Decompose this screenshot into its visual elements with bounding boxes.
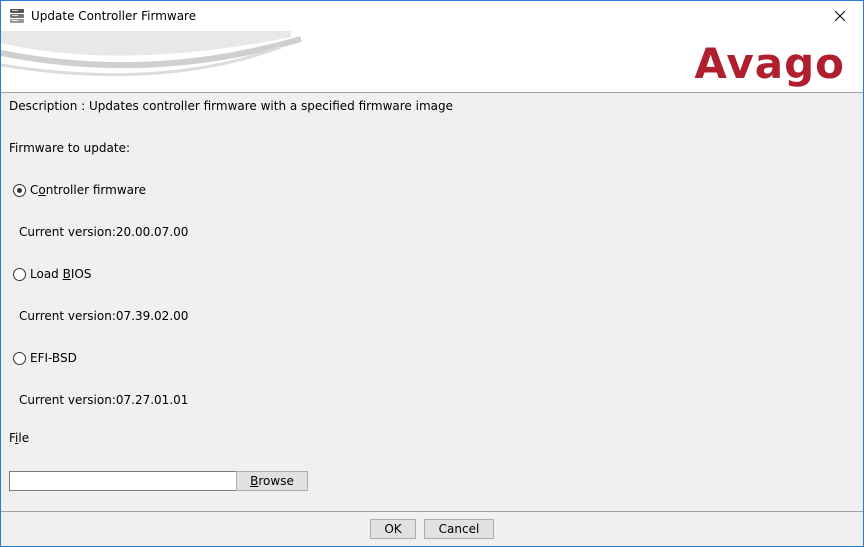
- description-text: Description : Updates controller firmwar…: [9, 99, 453, 113]
- radio-label: Controller firmware: [30, 183, 147, 197]
- ok-button[interactable]: OK: [370, 519, 416, 539]
- radio-button-selected[interactable]: [13, 183, 26, 197]
- close-icon[interactable]: [817, 1, 863, 31]
- update-firmware-dialog: Update Controller Firmware Avago Descrip…: [0, 0, 864, 547]
- cancel-button[interactable]: Cancel: [424, 519, 494, 539]
- title-bar[interactable]: Update Controller Firmware: [1, 1, 863, 31]
- file-label: File: [9, 431, 30, 445]
- header-banner: Avago: [1, 31, 863, 93]
- file-path-input[interactable]: [9, 471, 237, 491]
- controller-firmware-version: Current version:20.00.07.00: [19, 225, 189, 239]
- bios-version: Current version:07.39.02.00: [19, 309, 189, 323]
- firmware-to-update-label: Firmware to update:: [9, 141, 130, 155]
- radio-label: Load BIOS: [30, 267, 92, 281]
- efi-bsd-version: Current version:07.27.01.01: [19, 393, 189, 407]
- radio-label: EFI-BSD: [30, 351, 77, 365]
- radio-efi-bsd[interactable]: EFI-BSD: [13, 351, 77, 365]
- radio-button[interactable]: [13, 351, 26, 365]
- browse-button[interactable]: Browse: [236, 471, 308, 491]
- radio-load-bios[interactable]: Load BIOS: [13, 267, 91, 281]
- dialog-content: Description : Updates controller firmwar…: [1, 93, 863, 512]
- radio-controller-firmware[interactable]: Controller firmware: [13, 183, 146, 197]
- radio-button[interactable]: [13, 267, 26, 281]
- window-title: Update Controller Firmware: [31, 9, 197, 23]
- stacked-disks-icon: [9, 8, 25, 24]
- avago-logo: Avago: [694, 39, 845, 88]
